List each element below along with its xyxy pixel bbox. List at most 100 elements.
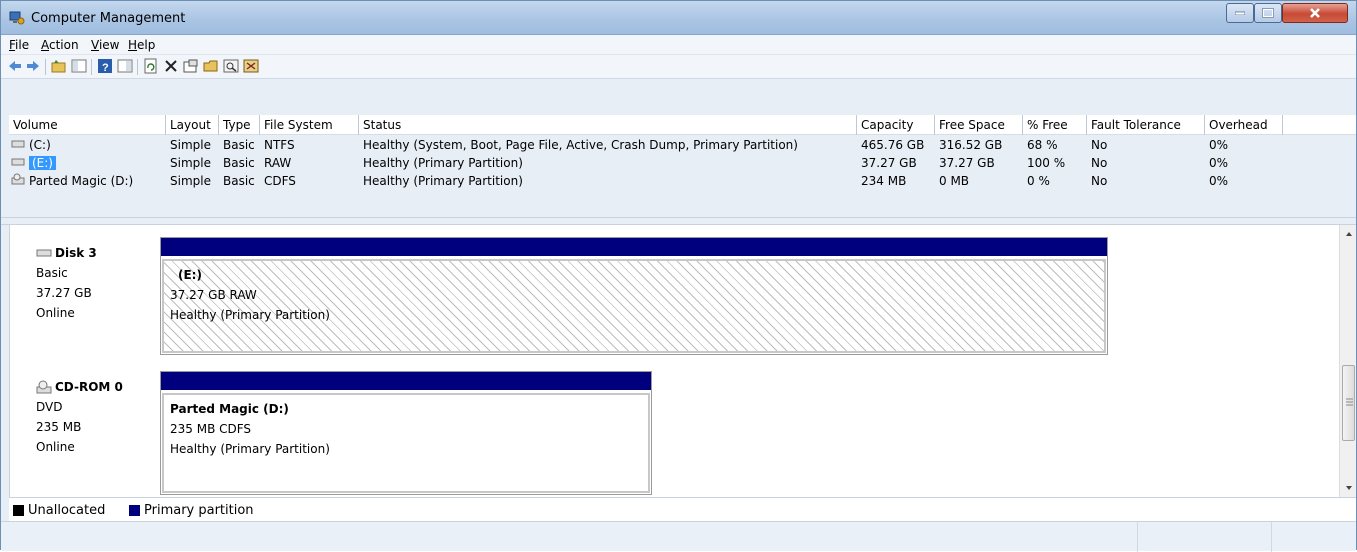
partition-info: 235 MB CDFS xyxy=(170,422,252,436)
window-title: Computer Management xyxy=(31,11,186,26)
cell-free-space: 0 MB xyxy=(939,174,970,188)
help-icon[interactable]: ? xyxy=(97,58,113,74)
cell-status: Healthy (System, Boot, Page File, Active… xyxy=(363,138,798,152)
cell-layout: Simple xyxy=(170,138,211,152)
title-bar[interactable]: Computer Management xyxy=(1,1,1356,35)
refresh-icon[interactable] xyxy=(143,58,159,74)
disk-name: CD-ROM 0 xyxy=(55,380,123,394)
disk-map-pane: Disk 3 Basic 37.27 GB Online (E:) 37.27 … xyxy=(9,225,1339,497)
disk-state: Online xyxy=(36,440,75,454)
column-header-layout[interactable]: Layout xyxy=(166,115,219,135)
pane-splitter[interactable] xyxy=(1,217,1356,225)
minimize-button[interactable] xyxy=(1226,3,1254,23)
properties-pane-icon[interactable] xyxy=(117,58,133,74)
properties-icon[interactable] xyxy=(183,58,199,74)
svg-text:?: ? xyxy=(102,62,109,74)
cell-file-system: NTFS xyxy=(264,138,295,152)
column-header-status[interactable]: Status xyxy=(359,115,857,135)
cell-layout: Simple xyxy=(170,174,211,188)
disk-3-label[interactable]: Disk 3 Basic 37.27 GB Online xyxy=(18,237,160,363)
table-row[interactable]: (E:) Simple Basic RAW Healthy (Primary P… xyxy=(9,154,1289,172)
scroll-up-icon xyxy=(1346,232,1352,236)
partition-info: 37.27 GB RAW xyxy=(170,288,257,302)
column-header-volume[interactable]: Volume xyxy=(9,115,166,135)
legend-primary-partition: Primary partition xyxy=(129,503,254,518)
selected-volume-label: (E:) xyxy=(29,156,56,170)
show-hide-tree-icon[interactable] xyxy=(71,58,87,74)
rescan-icon[interactable] xyxy=(243,58,259,74)
cell-percent-free: 100 % xyxy=(1027,156,1066,170)
disk-name: Disk 3 xyxy=(55,246,97,260)
partition-d-block[interactable]: Parted Magic (D:) 235 MB CDFS Healthy (P… xyxy=(162,393,650,493)
volume-drive-icon xyxy=(9,154,25,172)
column-header-free-space[interactable]: Free Space xyxy=(935,115,1023,135)
column-header-file-system[interactable]: File System xyxy=(260,115,359,135)
menu-view[interactable]: View xyxy=(91,38,119,52)
close-icon xyxy=(1310,8,1320,18)
partition-d-container[interactable]: Parted Magic (D:) 235 MB CDFS Healthy (P… xyxy=(160,371,652,495)
search-icon[interactable] xyxy=(223,58,239,74)
computer-management-window: Computer Management File Action View Hel… xyxy=(0,0,1357,552)
disk-kind: Basic xyxy=(36,266,68,280)
legend-swatch-black xyxy=(13,505,24,516)
cell-type: Basic xyxy=(223,156,255,170)
up-folder-icon[interactable] xyxy=(51,58,67,74)
cell-volume: (C:) xyxy=(29,138,51,152)
cell-percent-free: 68 % xyxy=(1027,138,1058,152)
cd-drive-icon xyxy=(36,380,52,394)
cell-free-space: 37.27 GB xyxy=(939,156,995,170)
disk-kind: DVD xyxy=(36,400,63,414)
column-header-overhead[interactable]: Overhead xyxy=(1205,115,1283,135)
cell-file-system: CDFS xyxy=(264,174,296,188)
legend-bar: Unallocated Primary partition xyxy=(9,497,1356,521)
close-button[interactable] xyxy=(1282,3,1348,23)
cell-type: Basic xyxy=(223,174,255,188)
vertical-scrollbar[interactable] xyxy=(1339,225,1356,497)
cell-volume: Parted Magic (D:) xyxy=(29,174,134,188)
open-icon[interactable] xyxy=(203,58,219,74)
cell-type: Basic xyxy=(223,138,255,152)
cell-status: Healthy (Primary Partition) xyxy=(363,174,523,188)
menu-bar: File Action View Help xyxy=(1,35,1356,55)
cell-percent-free: 0 % xyxy=(1027,174,1050,188)
volume-drive-icon xyxy=(9,136,25,154)
cell-fault-tolerance: No xyxy=(1091,156,1108,170)
cell-capacity: 37.27 GB xyxy=(861,156,917,170)
cd-rom-0-label[interactable]: CD-ROM 0 DVD 235 MB Online xyxy=(18,371,160,497)
back-arrow-icon[interactable] xyxy=(7,58,23,74)
partition-status: Healthy (Primary Partition) xyxy=(170,442,330,456)
partition-e-container[interactable]: (E:) 37.27 GB RAW Healthy (Primary Parti… xyxy=(160,237,1108,355)
maximize-button[interactable] xyxy=(1254,3,1282,23)
cell-fault-tolerance: No xyxy=(1091,174,1108,188)
column-header-type[interactable]: Type xyxy=(219,115,260,135)
column-header-percent-free[interactable]: % Free xyxy=(1023,115,1087,135)
column-header-fault-tolerance[interactable]: Fault Tolerance xyxy=(1087,115,1205,135)
menu-action[interactable]: Action xyxy=(41,38,79,52)
table-row[interactable]: (C:) Simple Basic NTFS Healthy (System, … xyxy=(9,136,1289,154)
partition-header-bar xyxy=(161,238,1107,256)
cell-layout: Simple xyxy=(170,156,211,170)
partition-name: (E:) xyxy=(178,268,202,282)
table-row[interactable]: Parted Magic (D:) Simple Basic CDFS Heal… xyxy=(9,172,1289,190)
partition-status: Healthy (Primary Partition) xyxy=(170,308,330,322)
cell-capacity: 465.76 GB xyxy=(861,138,925,152)
volume-list-header: Volume Layout Type File System Status Ca… xyxy=(9,115,1356,135)
menu-file[interactable]: File xyxy=(9,38,29,52)
partition-e-block[interactable]: (E:) 37.27 GB RAW Healthy (Primary Parti… xyxy=(162,259,1106,353)
scrollbar-thumb[interactable] xyxy=(1342,365,1355,441)
disk-state: Online xyxy=(36,306,75,320)
cell-file-system: RAW xyxy=(264,156,292,170)
hard-disk-icon xyxy=(36,249,52,257)
status-cell xyxy=(1271,522,1356,552)
delete-icon[interactable] xyxy=(163,58,179,74)
cell-overhead: 0% xyxy=(1209,174,1229,188)
cell-free-space: 316.52 GB xyxy=(939,138,1003,152)
column-header-capacity[interactable]: Capacity xyxy=(857,115,935,135)
grip-icon xyxy=(1346,398,1353,406)
forward-arrow-icon[interactable] xyxy=(25,58,41,74)
toolbar: ? xyxy=(1,55,1356,79)
cd-drive-icon xyxy=(9,172,25,190)
cell-capacity: 234 MB xyxy=(861,174,907,188)
cell-fault-tolerance: No xyxy=(1091,138,1108,152)
menu-help[interactable]: Help xyxy=(128,38,155,52)
